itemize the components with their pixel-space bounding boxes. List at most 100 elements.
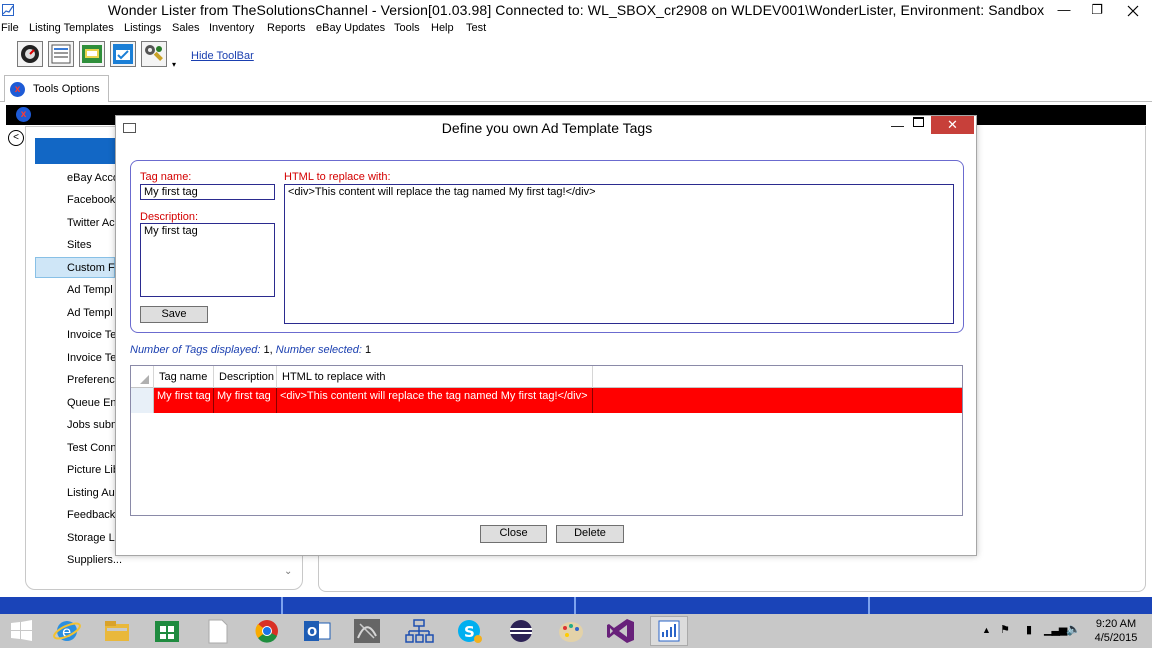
tab-close-icon[interactable]: x bbox=[10, 82, 25, 97]
nav-item-preferences[interactable]: Preference bbox=[67, 374, 121, 386]
select-all-corner[interactable] bbox=[131, 366, 154, 388]
table-row[interactable]: My first tag My first tag <div>This cont… bbox=[154, 388, 962, 413]
toolbar-overflow-dropdown[interactable]: ▾ bbox=[172, 60, 176, 69]
file-explorer-icon[interactable] bbox=[98, 616, 136, 646]
menu-test[interactable]: Test bbox=[466, 22, 486, 34]
nav-scroll-down-icon[interactable]: ⌄ bbox=[284, 566, 292, 577]
dialog-close-button[interactable]: ✕ bbox=[931, 116, 974, 134]
toolbar-tools-button[interactable] bbox=[141, 41, 167, 67]
menu-inventory[interactable]: Inventory bbox=[209, 22, 254, 34]
restore-button[interactable]: ❐ bbox=[1080, 0, 1114, 22]
menu-listings[interactable]: Listings bbox=[124, 22, 161, 34]
tags-selected-label: Number selected: bbox=[275, 344, 362, 356]
menu-listing-templates[interactable]: Listing Templates bbox=[29, 22, 114, 34]
dialog-maximize-button[interactable] bbox=[913, 117, 924, 127]
cell-description[interactable]: My first tag bbox=[214, 388, 277, 413]
tray-flag-icon[interactable]: ⚑ bbox=[1000, 623, 1010, 636]
nav-item-feedback[interactable]: Feedback bbox=[67, 509, 115, 521]
row-selector[interactable] bbox=[131, 388, 154, 413]
windows-taskbar: e O S ▲ ⚑ ▮ ▁▃▅ 🔈 9:20 AM 4/5/2015 bbox=[0, 614, 1152, 648]
toolbar-dashboard-button[interactable] bbox=[17, 41, 43, 67]
status-divider bbox=[281, 597, 283, 614]
sql-server-icon[interactable] bbox=[348, 616, 386, 646]
tab-tools-options[interactable]: x Tools Options bbox=[4, 75, 109, 102]
cell-html[interactable]: <div>This content will replace the tag n… bbox=[277, 388, 593, 413]
nav-header bbox=[35, 138, 115, 164]
tray-battery-icon[interactable]: ▮ bbox=[1026, 623, 1032, 636]
close-button[interactable]: Close bbox=[480, 525, 547, 543]
nav-item-custom-fields[interactable]: Custom Fi bbox=[67, 262, 117, 274]
visual-studio-icon[interactable] bbox=[602, 616, 640, 646]
start-windows-icon[interactable] bbox=[2, 616, 40, 646]
column-header-html[interactable]: HTML to replace with bbox=[277, 366, 593, 388]
toolbar-sales-button[interactable] bbox=[79, 41, 105, 67]
nav-item-picture-library[interactable]: Picture Lib bbox=[67, 464, 119, 476]
app-chart-icon bbox=[658, 620, 680, 642]
corner-triangle-icon bbox=[140, 375, 149, 384]
document-icon bbox=[51, 44, 71, 64]
dialog-title: Define you own Ad Template Tags bbox=[441, 120, 653, 136]
chrome-icon[interactable] bbox=[248, 616, 286, 646]
tray-wifi-icon[interactable]: ▁▃▅ bbox=[1044, 623, 1067, 636]
html-replace-input[interactable]: <div>This content will replace the tag n… bbox=[284, 184, 954, 324]
minimize-button[interactable]: — bbox=[1047, 0, 1081, 22]
window-close-button[interactable] bbox=[1113, 0, 1152, 22]
outlook-icon[interactable]: O bbox=[298, 616, 336, 646]
tags-selected-value: 1 bbox=[365, 344, 372, 356]
column-header-description[interactable]: Description bbox=[214, 366, 277, 388]
taskbar-clock[interactable]: 9:20 AM 4/5/2015 bbox=[1086, 617, 1146, 645]
tags-displayed-label: Number of Tags displayed: bbox=[130, 344, 261, 356]
wonder-lister-taskbar-button[interactable] bbox=[650, 616, 688, 646]
nav-item-test-connection[interactable]: Test Conn bbox=[67, 442, 117, 454]
description-input[interactable]: My first tag bbox=[140, 223, 275, 297]
nav-item-jobs-submitted[interactable]: Jobs subm bbox=[67, 419, 120, 431]
blank-document-icon[interactable] bbox=[198, 616, 236, 646]
internet-explorer-icon[interactable]: e bbox=[48, 616, 86, 646]
save-button[interactable]: Save bbox=[140, 306, 208, 323]
tab-label: Tools Options bbox=[33, 83, 100, 95]
nav-item-ebay-accounts[interactable]: eBay Acco bbox=[67, 172, 119, 184]
back-button[interactable]: < bbox=[8, 130, 24, 146]
nav-item-ad-templates-1[interactable]: Ad Templ bbox=[67, 284, 113, 296]
dialog-minimize-button[interactable]: — bbox=[891, 118, 904, 133]
menu-file[interactable]: File bbox=[1, 22, 19, 34]
nav-item-suppliers[interactable]: Suppliers... bbox=[67, 554, 122, 566]
gauge-icon bbox=[21, 45, 39, 63]
clock-date: 4/5/2015 bbox=[1094, 632, 1138, 644]
delete-button[interactable]: Delete bbox=[556, 525, 624, 543]
nav-item-sites[interactable]: Sites bbox=[67, 239, 91, 251]
tag-name-input[interactable]: My first tag bbox=[140, 184, 275, 200]
nav-item-twitter[interactable]: Twitter Ac bbox=[67, 217, 115, 229]
menu-ebay-updates[interactable]: eBay Updates bbox=[316, 22, 385, 34]
tray-chevron-icon[interactable]: ▲ bbox=[982, 625, 991, 635]
menu-tools[interactable]: Tools bbox=[394, 22, 420, 34]
menu-reports[interactable]: Reports bbox=[267, 22, 306, 34]
toolbar-inventory-button[interactable] bbox=[110, 41, 136, 67]
menu-help[interactable]: Help bbox=[431, 22, 454, 34]
nav-item-storage-locations[interactable]: Storage Lo bbox=[67, 532, 121, 544]
skype-icon[interactable]: S bbox=[450, 616, 488, 646]
toolbar-listing-button[interactable] bbox=[48, 41, 74, 67]
nav-item-facebook[interactable]: Facebook bbox=[67, 194, 115, 206]
network-diagram-icon[interactable] bbox=[400, 616, 438, 646]
panel-close-icon[interactable]: x bbox=[16, 107, 31, 122]
nav-item-invoice-templates-2[interactable]: Invoice Te bbox=[67, 352, 116, 364]
tray-volume-icon[interactable]: 🔈 bbox=[1066, 622, 1081, 636]
title-bar: Wonder Lister from TheSolutionsChannel -… bbox=[0, 0, 1152, 22]
description-label: Description: bbox=[140, 211, 199, 223]
nav-item-ad-templates-2[interactable]: Ad Templ bbox=[67, 307, 113, 319]
close-icon bbox=[1127, 5, 1138, 17]
paint-icon[interactable] bbox=[552, 616, 590, 646]
hide-toolbar-link[interactable]: Hide ToolBar bbox=[191, 50, 254, 62]
store-icon[interactable] bbox=[148, 616, 186, 646]
tab-strip: x Tools Options bbox=[0, 74, 1152, 102]
svg-text:S: S bbox=[464, 623, 475, 641]
cell-tag-name[interactable]: My first tag bbox=[154, 388, 214, 413]
column-header-tag-name[interactable]: Tag name bbox=[154, 366, 214, 388]
sales-icon bbox=[82, 45, 102, 63]
nav-item-listing-audit[interactable]: Listing Au bbox=[67, 487, 115, 499]
eclipse-icon[interactable] bbox=[502, 616, 540, 646]
nav-item-invoice-templates-1[interactable]: Invoice Te bbox=[67, 329, 116, 341]
nav-item-queue-entries[interactable]: Queue Ent bbox=[67, 397, 120, 409]
menu-sales[interactable]: Sales bbox=[172, 22, 200, 34]
